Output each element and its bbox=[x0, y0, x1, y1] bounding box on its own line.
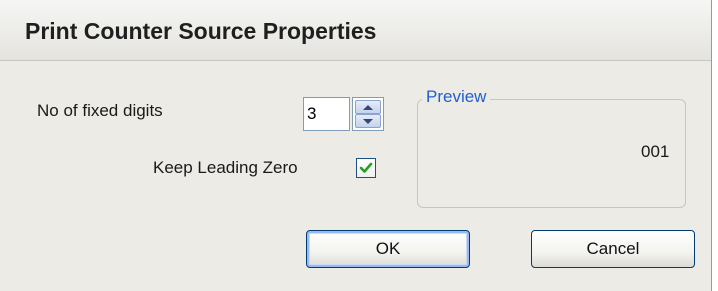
cancel-button[interactable]: Cancel bbox=[531, 230, 695, 268]
checkmark-icon bbox=[359, 162, 373, 173]
arrow-up-icon bbox=[363, 104, 373, 110]
dialog-title: Print Counter Source Properties bbox=[25, 18, 377, 44]
fixed-digits-spinner[interactable] bbox=[352, 97, 384, 131]
preview-legend: Preview bbox=[422, 87, 491, 107]
spin-up-button[interactable] bbox=[355, 100, 381, 114]
ok-button[interactable]: OK bbox=[306, 230, 470, 268]
print-counter-dialog: Print Counter Source Properties No of fi… bbox=[0, 0, 712, 291]
keep-leading-zero-checkbox[interactable] bbox=[356, 158, 376, 178]
keep-leading-zero-label: Keep Leading Zero bbox=[153, 158, 298, 177]
fixed-digits-label: No of fixed digits bbox=[37, 101, 163, 120]
arrow-down-icon bbox=[363, 118, 373, 124]
dialog-titlebar: Print Counter Source Properties bbox=[0, 0, 711, 61]
preview-value: 001 bbox=[641, 142, 670, 161]
fixed-digits-input[interactable]: 3 bbox=[303, 97, 350, 131]
spin-down-button[interactable] bbox=[355, 114, 381, 128]
